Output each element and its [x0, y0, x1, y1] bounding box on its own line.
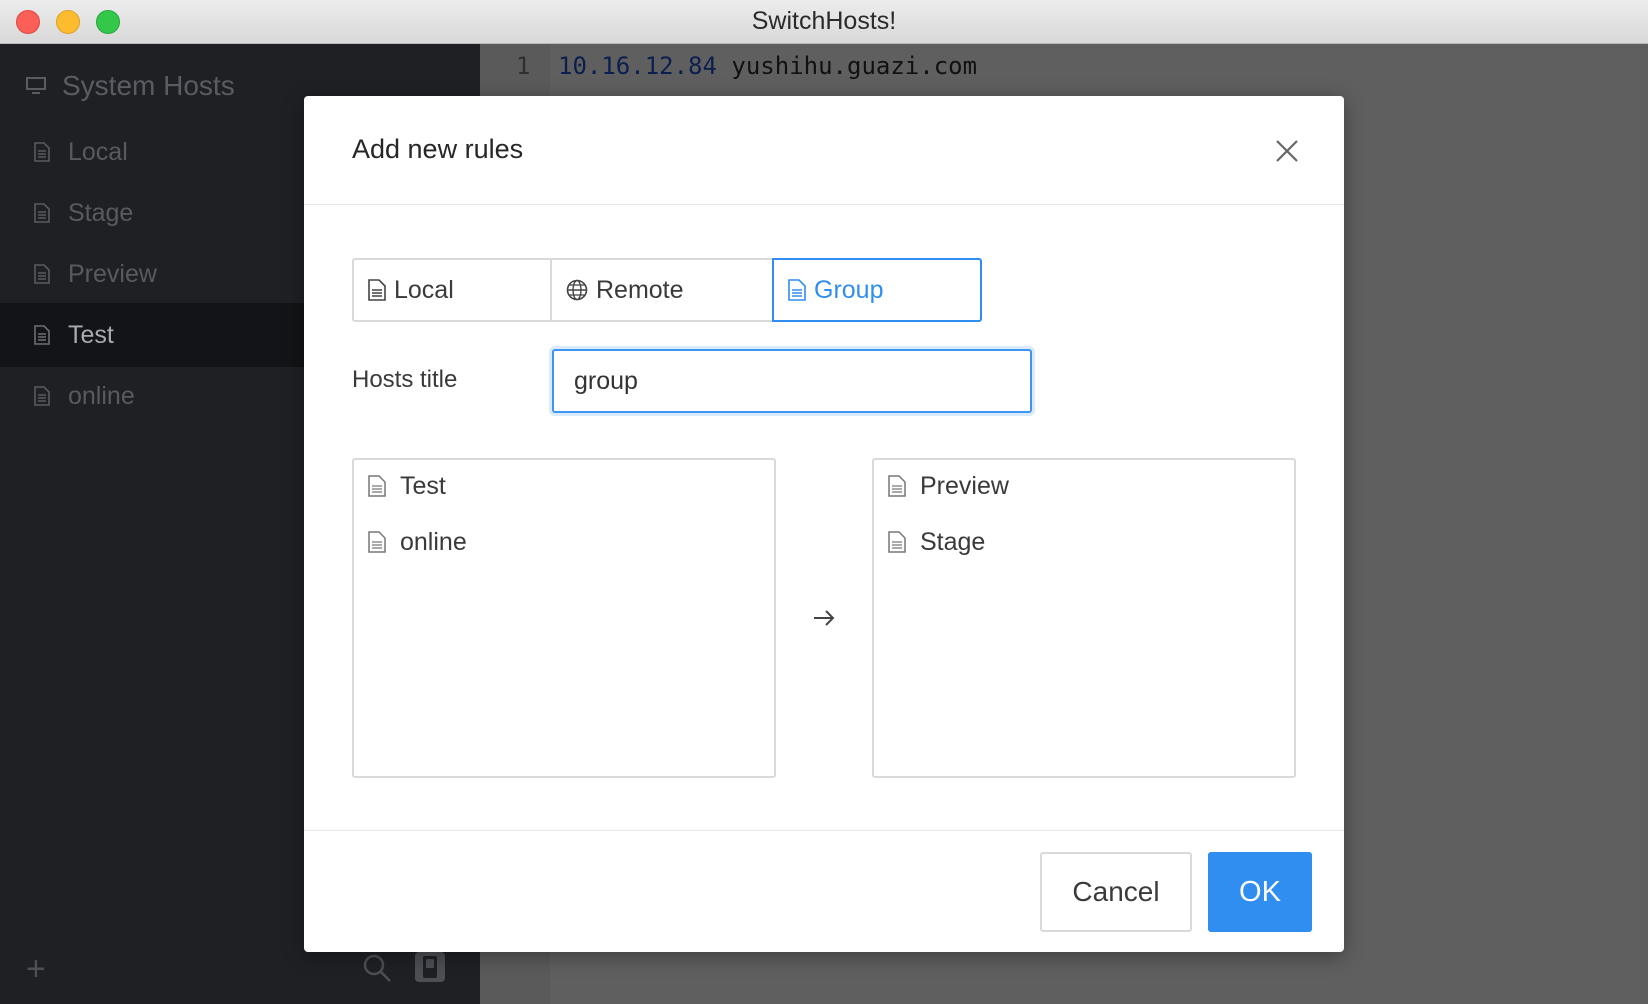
list-item-label: Preview	[920, 471, 1009, 500]
document-icon	[34, 142, 50, 162]
sidebar-item-label: Local	[68, 137, 128, 166]
sidebar-item-label: Test	[68, 320, 114, 349]
list-item-label: Stage	[920, 527, 986, 556]
document-icon	[888, 475, 906, 497]
tab-label: Local	[394, 275, 454, 304]
list-item-label: Test	[400, 471, 446, 500]
hosts-title-input[interactable]	[552, 349, 1032, 413]
document-icon	[368, 279, 386, 301]
sidebar-item-system-hosts[interactable]: System Hosts	[26, 66, 235, 106]
document-icon	[368, 531, 386, 553]
list-item[interactable]: Test	[368, 466, 446, 506]
tab-label: Group	[814, 275, 884, 304]
dialog-footer: Cancel OK	[304, 830, 1344, 952]
tab-local[interactable]: Local	[352, 258, 552, 322]
add-hosts-button[interactable]: +	[26, 952, 46, 986]
close-icon[interactable]	[1274, 138, 1300, 164]
hosts-title-label: Hosts title	[352, 366, 458, 393]
document-icon	[34, 325, 50, 345]
document-icon	[34, 264, 50, 284]
add-rules-dialog: Add new rules Local Remote Group Hosts t…	[304, 96, 1344, 952]
dialog-header: Add new rules	[304, 96, 1344, 205]
sidebar-item-label: Stage	[68, 198, 134, 227]
list-item[interactable]: online	[368, 522, 467, 562]
list-item-label: online	[400, 527, 467, 556]
window-title: SwitchHosts!	[751, 7, 897, 35]
dialog-title: Add new rules	[352, 134, 524, 164]
monitor-icon	[26, 77, 46, 94]
sidebar-item-label: Preview	[68, 259, 157, 288]
globe-icon	[566, 279, 588, 301]
code-host: yushihu.guazi.com	[731, 52, 978, 80]
document-icon	[888, 531, 906, 553]
title-bar: SwitchHosts!	[0, 0, 1648, 44]
tab-remote[interactable]: Remote	[550, 258, 774, 322]
tab-group[interactable]: Group	[772, 258, 982, 322]
code-ip: 10.16.12.84	[558, 52, 717, 80]
sidebar-item-label: System Hosts	[62, 70, 235, 101]
search-icon[interactable]	[362, 953, 392, 988]
list-item[interactable]: Preview	[888, 466, 1009, 506]
document-icon	[368, 475, 386, 497]
hosts-type-selector: Local Remote Group	[352, 258, 982, 322]
document-icon	[34, 203, 50, 223]
sidebar-item-label: online	[68, 381, 135, 410]
cancel-button[interactable]: Cancel	[1040, 852, 1192, 932]
line-number: 1	[516, 52, 531, 80]
toggle-icon[interactable]	[414, 951, 446, 988]
list-item[interactable]: Stage	[888, 522, 985, 562]
ok-button[interactable]: OK	[1208, 852, 1312, 932]
available-hosts-list[interactable]: Test online	[352, 458, 776, 778]
tab-label: Remote	[596, 275, 684, 304]
arrow-right-icon	[812, 608, 836, 633]
document-icon	[34, 386, 50, 406]
document-icon	[788, 279, 806, 301]
code-line: 10.16.12.84 yushihu.guazi.com	[558, 52, 977, 80]
selected-hosts-list[interactable]: Preview Stage	[872, 458, 1296, 778]
